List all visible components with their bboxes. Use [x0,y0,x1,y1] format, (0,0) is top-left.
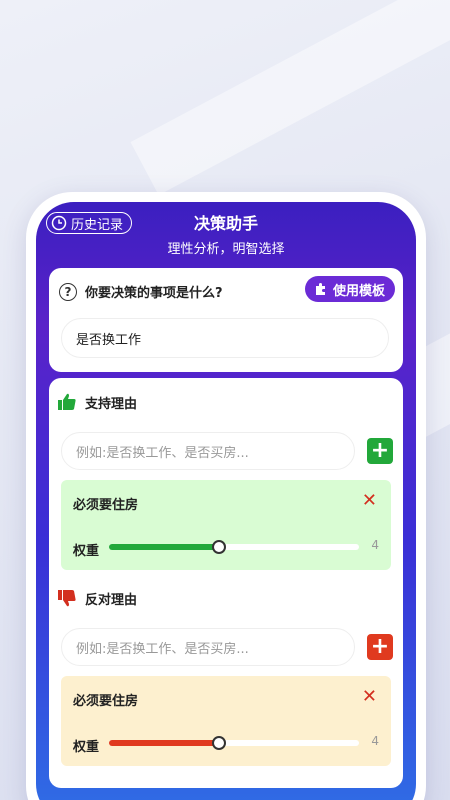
pros-header: 支持理由 [57,392,137,412]
close-icon[interactable]: ✕ [362,686,377,707]
question-input[interactable]: 是否换工作 [61,318,389,358]
question-circle-icon: ? [59,282,77,301]
phone-frame: 历史记录 决策助手 理性分析，明智选择 ? 你要决策的事项是什么? 使用模板 是… [26,192,426,800]
pro-item: 必须要住房 ✕ 权重 4 [61,480,391,570]
pro-item-text: 必须要住房 [73,498,139,513]
pro-slider-knob[interactable] [212,540,226,554]
cons-header: 反对理由 [57,588,137,608]
con-item-text: 必须要住房 [73,694,139,709]
con-weight-value: 4 [371,734,379,748]
pros-title: 支持理由 [85,396,138,412]
question-row: ? 你要决策的事项是什么? [59,282,223,301]
con-slider-knob[interactable] [212,736,226,750]
page-subtitle: 理性分析，明智选择 [167,242,285,257]
con-slider-fill [109,740,219,746]
cons-input[interactable]: 例如:是否换工作、是否买房... [61,628,355,666]
pro-slider-fill [109,544,219,550]
pro-weight-value: 4 [371,538,379,552]
question-card: ? 你要决策的事项是什么? 使用模板 是否换工作 [49,268,403,372]
pros-input[interactable]: 例如:是否换工作、是否买房... [61,432,355,470]
use-template-button[interactable]: 使用模板 [304,276,395,302]
con-weight-label: 权重 [73,740,100,755]
page-title: 决策助手 [193,214,258,233]
app-screen: 历史记录 决策助手 理性分析，明智选择 ? 你要决策的事项是什么? 使用模板 是… [36,202,416,800]
pro-weight-slider[interactable] [109,540,359,554]
header: 历史记录 决策助手 理性分析，明智选择 [36,202,416,264]
add-con-button[interactable]: + [367,634,393,660]
con-item: 必须要住房 ✕ 权重 4 [61,676,391,766]
reasons-card: 支持理由 例如:是否换工作、是否买房... + 必须要住房 ✕ 权重 4 反对理… [49,378,403,788]
thumbs-down-icon [58,590,76,607]
use-template-label: 使用模板 [332,283,385,299]
bg-decoration [130,0,450,196]
question-label: 你要决策的事项是什么? [85,286,223,301]
con-weight-slider[interactable] [109,736,359,750]
thumbs-up-icon [58,393,76,410]
pro-weight-label: 权重 [73,544,100,559]
puzzle-icon [315,283,325,295]
cons-title: 反对理由 [85,592,138,608]
close-icon[interactable]: ✕ [362,490,377,511]
add-pro-button[interactable]: + [367,438,393,464]
